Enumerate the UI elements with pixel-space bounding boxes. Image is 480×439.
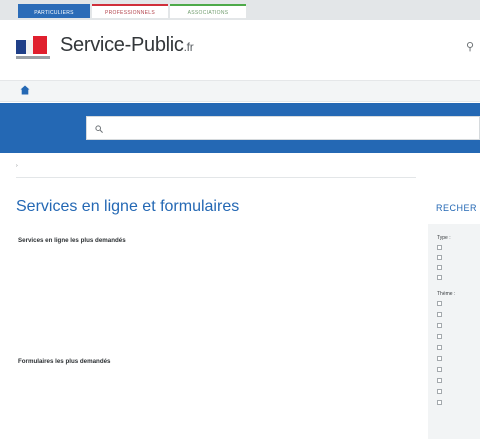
republic-logo-caption [16, 56, 50, 59]
checkbox[interactable] [437, 345, 442, 351]
checkbox[interactable] [437, 301, 442, 307]
checkbox[interactable] [437, 265, 442, 271]
republic-logo-white [26, 40, 33, 54]
checkbox[interactable] [437, 356, 442, 362]
checkbox[interactable] [437, 312, 442, 318]
republic-logo-blue [16, 40, 26, 54]
site-name-main: Service-Public [60, 34, 184, 56]
filter-type-option[interactable] [437, 275, 444, 281]
republic-logo-red [33, 36, 47, 54]
filter-theme-option[interactable] [437, 367, 444, 373]
breadcrumb: › [16, 163, 18, 169]
filter-type-heading: Type : [437, 235, 451, 241]
filter-type-option[interactable] [437, 255, 444, 261]
divider [16, 177, 416, 178]
checkbox[interactable] [437, 323, 442, 329]
tab-particuliers[interactable]: Particuliers [18, 4, 90, 18]
forms-heading: Formulaires les plus demandés [18, 358, 111, 365]
checkbox[interactable] [437, 245, 442, 251]
filter-type-option[interactable] [437, 265, 444, 271]
tab-extra[interactable] [248, 4, 348, 18]
filter-theme-heading: Thème : [437, 291, 456, 297]
filter-theme-option[interactable] [437, 400, 444, 406]
filter-theme-option[interactable] [437, 334, 444, 340]
filter-theme-option[interactable] [437, 312, 444, 318]
filter-theme-option[interactable] [437, 378, 444, 384]
checkbox[interactable] [437, 255, 442, 261]
search-box[interactable] [86, 116, 480, 140]
search-icon [95, 125, 103, 133]
filter-theme-option[interactable] [437, 356, 444, 362]
filter-theme-option[interactable] [437, 389, 444, 395]
home-icon[interactable] [20, 85, 30, 95]
page-title: Services en ligne et formulaires [16, 198, 240, 215]
checkbox[interactable] [437, 334, 442, 340]
search-filter-panel [428, 224, 480, 439]
checkbox[interactable] [437, 389, 442, 395]
main-nav [0, 80, 480, 102]
filter-theme-option[interactable] [437, 323, 444, 329]
sidebar-title: RECHER [436, 203, 478, 213]
checkbox[interactable] [437, 275, 442, 281]
checkbox[interactable] [437, 367, 442, 373]
services-heading: Services en ligne les plus demandés [18, 237, 126, 244]
checkbox[interactable] [437, 400, 442, 406]
tab-associations[interactable]: Associations [170, 4, 246, 18]
site-name: Service-Public.fr [60, 34, 194, 57]
search-input[interactable] [107, 122, 467, 134]
filter-type-option[interactable] [437, 245, 444, 251]
tab-professionnels[interactable]: Professionnels [92, 4, 168, 18]
site-name-tld: .fr [183, 40, 194, 54]
site-logo[interactable]: Service-Public.fr [16, 30, 216, 68]
filter-theme-option[interactable] [437, 345, 444, 351]
user-icon[interactable]: ⚲ [466, 40, 474, 53]
checkbox[interactable] [437, 378, 442, 384]
filter-theme-option[interactable] [437, 301, 444, 307]
audience-tab-bar: Particuliers Professionnels Associations [0, 0, 480, 20]
breadcrumb-separator: › [16, 163, 18, 169]
